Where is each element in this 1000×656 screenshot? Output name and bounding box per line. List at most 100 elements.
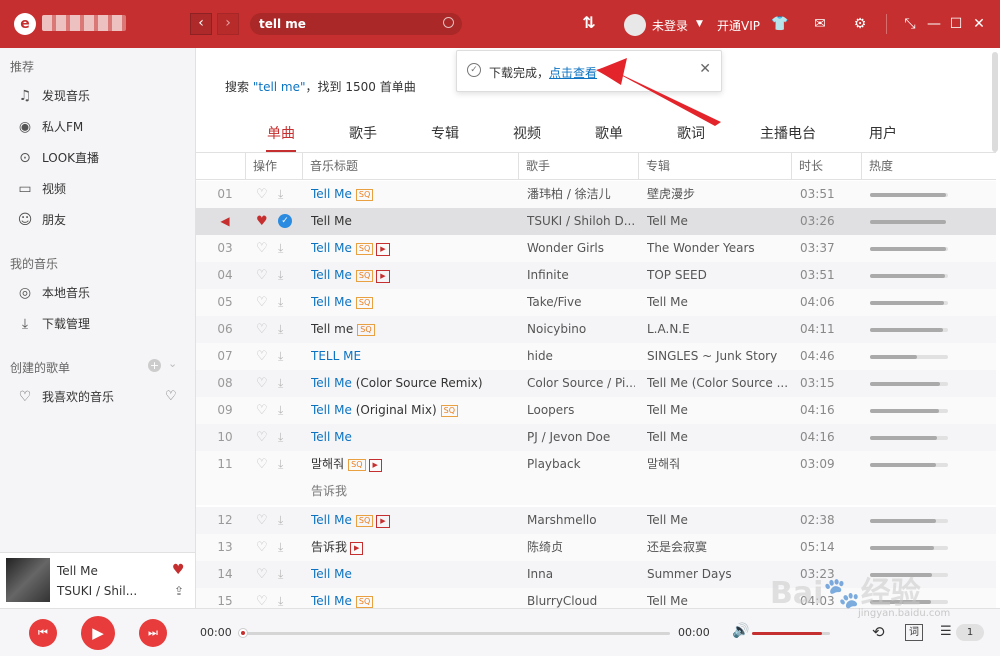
- song-artist[interactable]: TSUKI / Shiloh D...: [527, 208, 635, 235]
- col-duration[interactable]: 时长: [791, 153, 861, 180]
- heart-outline-icon[interactable]: ♡: [256, 181, 268, 208]
- song-album[interactable]: Tell Me: [647, 289, 787, 316]
- sidebar-item-look[interactable]: ⊙ LOOK直播: [0, 144, 195, 172]
- song-album[interactable]: The Wonder Years: [647, 235, 787, 262]
- sidebar-item-video[interactable]: ▭ 视频: [0, 175, 195, 203]
- search-input[interactable]: tell me: [250, 13, 462, 35]
- col-popularity[interactable]: 热度: [861, 153, 996, 180]
- song-artist[interactable]: Playback: [527, 451, 635, 478]
- song-artist[interactable]: Wonder Girls: [527, 235, 635, 262]
- song-artist[interactable]: Inna: [527, 561, 635, 588]
- sync-icon[interactable]: ⇅: [578, 12, 600, 34]
- playlist-icon[interactable]: ☰: [940, 624, 952, 639]
- col-album[interactable]: 专辑: [638, 153, 791, 180]
- sidebar-item-download[interactable]: ⤓ 下载管理: [0, 310, 195, 338]
- song-artist[interactable]: hide: [527, 343, 635, 370]
- heart-outline-icon[interactable]: ♡: [256, 507, 268, 534]
- tab-playlists[interactable]: 歌单: [594, 124, 624, 152]
- scrollbar[interactable]: [992, 52, 998, 152]
- chevron-down-icon[interactable]: ▼: [696, 19, 703, 29]
- heart-outline-icon[interactable]: ♡: [256, 316, 268, 343]
- sidebar-item-local[interactable]: ◎ 本地音乐: [0, 279, 195, 307]
- download-icon[interactable]: ⤓: [278, 424, 283, 451]
- tab-users[interactable]: 用户: [868, 124, 898, 152]
- table-row[interactable]: 12 ♡ ⤓ Tell Me SQ ▶ Marshmello Tell Me 02:38: [196, 507, 996, 534]
- song-title[interactable]: Tell Me SQ: [311, 588, 511, 608]
- vip-link[interactable]: 开通VIP: [717, 17, 760, 34]
- lyric-button[interactable]: 词: [905, 624, 923, 641]
- song-artist[interactable]: Color Source / Pi...: [527, 370, 635, 397]
- heart-outline-icon[interactable]: ♡: [256, 370, 268, 397]
- song-title[interactable]: Tell Me SQ: [311, 181, 511, 208]
- skin-icon[interactable]: 👕: [771, 15, 789, 33]
- next-button[interactable]: ⏭: [139, 619, 167, 647]
- download-icon[interactable]: ⤓: [278, 343, 283, 370]
- song-artist[interactable]: 潘玮柏 / 徐洁儿: [527, 181, 635, 208]
- download-icon[interactable]: ⤓: [278, 534, 283, 561]
- volume-icon[interactable]: 🔊: [732, 623, 749, 639]
- song-album[interactable]: Tell Me: [647, 424, 787, 451]
- previous-button[interactable]: ⏮: [29, 619, 57, 647]
- loop-icon[interactable]: ⟲: [872, 623, 885, 641]
- song-title[interactable]: Tell Me: [311, 561, 511, 588]
- table-row[interactable]: 07 ♡ ⤓ TELL ME hide SINGLES ~ Junk Story 04:46: [196, 343, 996, 370]
- forward-button[interactable]: ›: [217, 13, 239, 35]
- progress-handle[interactable]: [238, 628, 248, 638]
- table-row[interactable]: 03 ♡ ⤓ Tell Me SQ ▶ Wonder Girls The Wonder Yea…: [196, 235, 996, 262]
- mv-play-icon[interactable]: ▶: [376, 243, 390, 256]
- mv-play-icon[interactable]: ▶: [376, 270, 390, 283]
- song-title[interactable]: Tell Me (Original Mix) SQ: [311, 397, 511, 424]
- song-artist[interactable]: BlurryCloud: [527, 588, 635, 608]
- song-album[interactable]: Tell Me (Color Source ...: [647, 370, 787, 397]
- download-icon[interactable]: ⤓: [278, 235, 283, 262]
- table-row[interactable]: 11 ♡ ⤓ 말해줘 SQ ▶ Playback 말해줘 03:09: [196, 451, 996, 478]
- download-icon[interactable]: ⤓: [278, 451, 283, 478]
- mail-icon[interactable]: ✉: [811, 15, 829, 33]
- song-album[interactable]: 还是会寂寞: [647, 534, 787, 561]
- play-button[interactable]: ▶: [81, 616, 115, 650]
- song-title[interactable]: Tell Me SQ ▶: [311, 507, 511, 534]
- song-artist[interactable]: Noicybino: [527, 316, 635, 343]
- song-title[interactable]: Tell Me SQ ▶: [311, 235, 511, 262]
- album-cover[interactable]: [6, 558, 50, 602]
- gear-icon[interactable]: ⚙: [851, 15, 869, 33]
- song-title[interactable]: Tell Me SQ ▶: [311, 262, 511, 289]
- tab-radio[interactable]: 主播电台: [758, 124, 818, 152]
- song-album[interactable]: 말해줘: [647, 451, 787, 478]
- download-icon[interactable]: ⤓: [278, 561, 283, 588]
- song-album[interactable]: Tell Me: [647, 588, 787, 608]
- heart-filled-icon[interactable]: ♥: [172, 562, 185, 578]
- song-artist[interactable]: Marshmello: [527, 507, 635, 534]
- song-album[interactable]: Tell Me: [647, 397, 787, 424]
- song-album[interactable]: 壁虎漫步: [647, 181, 787, 208]
- download-icon[interactable]: ⤓: [278, 507, 283, 534]
- heart-outline-icon[interactable]: ♡: [256, 289, 268, 316]
- view-downloads-link[interactable]: 点击查看: [549, 66, 597, 80]
- song-artist[interactable]: PJ / Jevon Doe: [527, 424, 635, 451]
- song-album[interactable]: L.A.N.E: [647, 316, 787, 343]
- heart-outline-icon[interactable]: ♡: [256, 588, 268, 608]
- tab-videos[interactable]: 视频: [512, 124, 542, 152]
- table-row[interactable]: 10 ♡ ⤓ Tell Me PJ / Jevon Doe Tell Me 04:16: [196, 424, 996, 451]
- minimize-icon[interactable]: —: [925, 15, 943, 33]
- song-title[interactable]: Tell Me: [311, 208, 511, 235]
- volume-bar[interactable]: [752, 632, 830, 635]
- song-album[interactable]: TOP SEED: [647, 262, 787, 289]
- song-title[interactable]: Tell Me (Color Source Remix): [311, 370, 511, 397]
- song-title[interactable]: TELL ME: [311, 343, 511, 370]
- table-row[interactable]: 13 ♡ ⤓ 告诉我 ▶ 陈绮贞 还是会寂寞 05:14: [196, 534, 996, 561]
- mv-play-icon[interactable]: ▶: [368, 459, 382, 472]
- song-artist[interactable]: Take/Five: [527, 289, 635, 316]
- share-icon[interactable]: ⇪: [174, 584, 184, 598]
- table-row[interactable]: 06 ♡ ⤓ Tell me SQ Noicybino L.A.N.E 04:11: [196, 316, 996, 343]
- song-title[interactable]: Tell me SQ: [311, 316, 511, 343]
- sidebar-item-discover[interactable]: ♫ 发现音乐: [0, 82, 195, 110]
- heartbeat-mode-icon[interactable]: ♡: [165, 389, 177, 404]
- heart-outline-icon[interactable]: ♡: [256, 397, 268, 424]
- heart-outline-icon[interactable]: ♡: [256, 235, 268, 262]
- mv-play-icon[interactable]: ▶: [376, 515, 390, 528]
- heart-outline-icon[interactable]: ♡: [256, 424, 268, 451]
- table-row[interactable]: 05 ♡ ⤓ Tell Me SQ Take/Five Tell Me 04:06: [196, 289, 996, 316]
- song-artist[interactable]: 陈绮贞: [527, 534, 635, 561]
- heart-outline-icon[interactable]: ♡: [256, 343, 268, 370]
